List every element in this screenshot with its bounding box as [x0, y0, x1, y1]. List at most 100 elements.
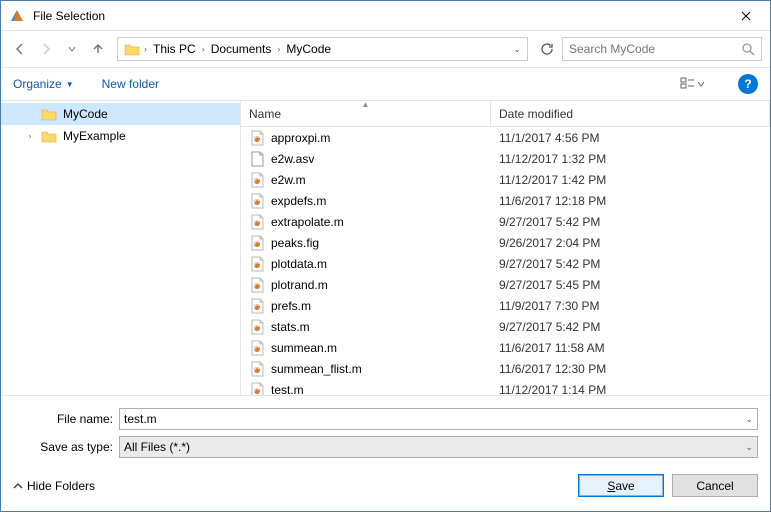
file-name-input[interactable] — [124, 412, 745, 426]
file-date: 9/27/2017 5:42 PM — [491, 257, 770, 271]
toolbar: Organize ▼ New folder ? — [1, 67, 770, 101]
file-list[interactable]: ▲ Name Date modified approxpi.m 11/1/201… — [241, 101, 770, 395]
file-row[interactable]: e2w.m 11/12/2017 1:42 PM — [241, 169, 770, 190]
forward-button[interactable] — [35, 38, 57, 60]
organize-label: Organize — [13, 77, 62, 91]
file-name: plotdata.m — [271, 257, 327, 271]
file-date: 11/6/2017 12:30 PM — [491, 362, 770, 376]
close-button[interactable] — [723, 1, 768, 30]
view-options-button[interactable] — [674, 73, 710, 95]
footer: Hide Folders Save Cancel — [1, 464, 770, 511]
up-button[interactable] — [87, 38, 109, 60]
file-icon — [249, 340, 265, 356]
chevron-right-icon: › — [144, 44, 147, 54]
file-name: extrapolate.m — [271, 215, 344, 229]
file-icon — [249, 319, 265, 335]
file-row[interactable]: approxpi.m 11/1/2017 4:56 PM — [241, 127, 770, 148]
recent-dropdown[interactable] — [61, 38, 83, 60]
file-name: approxpi.m — [271, 131, 330, 145]
file-row[interactable]: extrapolate.m 9/27/2017 5:42 PM — [241, 211, 770, 232]
tree-item[interactable]: › MyExample — [1, 125, 240, 147]
tree-item-label: MyExample — [63, 129, 126, 143]
folder-tree[interactable]: MyCode › MyExample — [1, 101, 241, 395]
address-bar[interactable]: › This PC › Documents › MyCode ⌄ — [117, 37, 528, 61]
address-dropdown[interactable]: ⌄ — [509, 44, 525, 55]
file-name-field[interactable]: ⌄ — [119, 408, 758, 430]
file-row[interactable]: peaks.fig 9/26/2017 2:04 PM — [241, 232, 770, 253]
tree-item-label: MyCode — [63, 107, 108, 121]
chevron-down-icon: ▼ — [66, 80, 74, 89]
folder-icon — [41, 129, 57, 143]
search-icon — [741, 42, 755, 56]
file-date: 11/6/2017 12:18 PM — [491, 194, 770, 208]
chevron-up-icon — [13, 481, 23, 491]
file-icon — [249, 235, 265, 251]
file-date: 11/1/2017 4:56 PM — [491, 131, 770, 145]
file-icon — [249, 151, 265, 167]
chevron-right-icon: › — [202, 44, 205, 54]
refresh-button[interactable] — [536, 38, 558, 60]
search-box[interactable] — [562, 37, 762, 61]
file-name: summean.m — [271, 341, 337, 355]
file-row[interactable]: expdefs.m 11/6/2017 12:18 PM — [241, 190, 770, 211]
file-row[interactable]: test.m 11/12/2017 1:14 PM — [241, 379, 770, 395]
file-row[interactable]: plotdata.m 9/27/2017 5:42 PM — [241, 253, 770, 274]
hide-folders-toggle[interactable]: Hide Folders — [13, 479, 95, 493]
file-icon — [249, 214, 265, 230]
file-row[interactable]: plotrand.m 9/27/2017 5:45 PM — [241, 274, 770, 295]
file-name: e2w.asv — [271, 152, 314, 166]
save-button[interactable]: Save — [578, 474, 664, 497]
help-button[interactable]: ? — [738, 74, 758, 94]
breadcrumb-item[interactable]: This PC — [151, 42, 198, 56]
chevron-right-icon: › — [277, 44, 280, 54]
search-input[interactable] — [569, 42, 741, 56]
file-date: 11/6/2017 11:58 AM — [491, 341, 770, 355]
file-name: expdefs.m — [271, 194, 326, 208]
window-title: File Selection — [33, 9, 723, 23]
list-header: ▲ Name Date modified — [241, 101, 770, 127]
save-inputs: File name: ⌄ Save as type: All Files (*.… — [1, 396, 770, 464]
new-folder-button[interactable]: New folder — [102, 77, 159, 91]
tree-item[interactable]: MyCode — [1, 103, 240, 125]
cancel-button[interactable]: Cancel — [672, 474, 758, 497]
save-type-label: Save as type: — [13, 440, 113, 454]
main-area: MyCode › MyExample ▲ Name Date modified a… — [1, 101, 770, 396]
file-name: test.m — [271, 383, 304, 396]
file-date: 11/12/2017 1:14 PM — [491, 383, 770, 396]
folder-icon — [124, 42, 140, 56]
column-name[interactable]: ▲ Name — [241, 101, 491, 126]
file-row[interactable]: summean_flist.m 11/6/2017 12:30 PM — [241, 358, 770, 379]
sort-ascending-icon: ▲ — [362, 101, 370, 109]
file-name: plotrand.m — [271, 278, 328, 292]
file-row[interactable]: prefs.m 11/9/2017 7:30 PM — [241, 295, 770, 316]
file-date: 11/12/2017 1:42 PM — [491, 173, 770, 187]
file-name: summean_flist.m — [271, 362, 362, 376]
file-icon — [249, 256, 265, 272]
file-date: 9/27/2017 5:45 PM — [491, 278, 770, 292]
app-icon — [9, 8, 25, 24]
file-icon — [249, 193, 265, 209]
chevron-down-icon[interactable]: ⌄ — [745, 414, 753, 425]
file-row[interactable]: e2w.asv 11/12/2017 1:32 PM — [241, 148, 770, 169]
file-row[interactable]: stats.m 9/27/2017 5:42 PM — [241, 316, 770, 337]
file-icon — [249, 130, 265, 146]
expand-icon[interactable]: › — [25, 131, 35, 141]
folder-icon — [41, 107, 57, 121]
titlebar: File Selection — [1, 1, 770, 31]
file-name-label: File name: — [13, 412, 113, 426]
navbar: › This PC › Documents › MyCode ⌄ — [1, 31, 770, 67]
breadcrumb-item[interactable]: Documents — [209, 42, 274, 56]
file-date: 9/26/2017 2:04 PM — [491, 236, 770, 250]
column-date[interactable]: Date modified — [491, 101, 770, 126]
organize-menu[interactable]: Organize ▼ — [13, 77, 74, 91]
file-icon — [249, 172, 265, 188]
file-date: 11/12/2017 1:32 PM — [491, 152, 770, 166]
file-row[interactable]: summean.m 11/6/2017 11:58 AM — [241, 337, 770, 358]
back-button[interactable] — [9, 38, 31, 60]
save-type-combo[interactable]: All Files (*.*) ⌄ — [119, 436, 758, 458]
save-type-value: All Files (*.*) — [124, 440, 190, 454]
breadcrumb-item[interactable]: MyCode — [284, 42, 333, 56]
file-name: peaks.fig — [271, 236, 319, 250]
file-icon — [249, 382, 265, 396]
chevron-down-icon[interactable]: ⌄ — [745, 442, 753, 453]
